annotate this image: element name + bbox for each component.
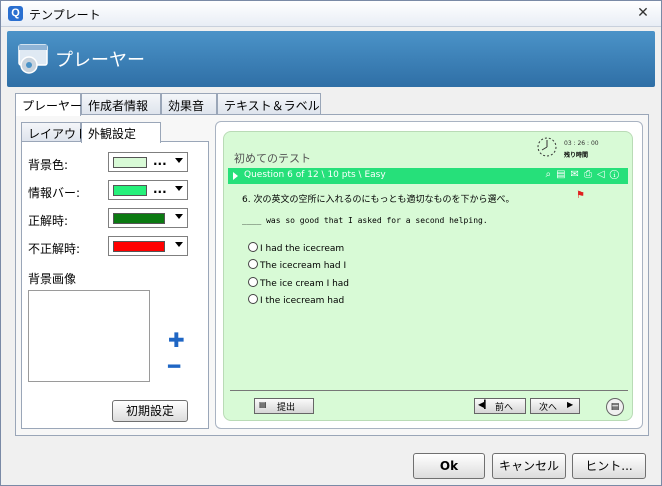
list-icon[interactable]: ▤ [556, 169, 570, 180]
reset-defaults-button[interactable]: 初期設定 [112, 400, 188, 422]
next-label: 次へ [539, 403, 558, 413]
info-bar-color-picker[interactable]: ... [108, 180, 188, 200]
mail-icon[interactable]: ✉ [571, 169, 584, 180]
incorrect-color-swatch [113, 241, 165, 252]
choice-label: The ice cream I had [260, 279, 350, 289]
background-image-preview[interactable] [28, 290, 150, 382]
test-title: 初めてのテスト [234, 152, 311, 165]
background-color-swatch [113, 157, 147, 168]
radio-icon[interactable] [248, 294, 258, 304]
next-button[interactable]: 次へ ▶ [530, 398, 580, 414]
chevron-down-icon[interactable] [175, 242, 183, 247]
remove-image-icon[interactable]: ━ [168, 354, 180, 378]
hint-button[interactable]: ヒント... [572, 453, 646, 479]
add-image-icon[interactable]: ✚ [168, 328, 185, 352]
radio-icon[interactable] [248, 259, 258, 269]
color-dots: ... [153, 154, 167, 168]
chevron-down-icon[interactable] [175, 214, 183, 219]
cancel-button[interactable]: キャンセル [492, 453, 566, 479]
toolbar-icons: ⌕▤✉⎙◁ⓘ [545, 169, 624, 180]
menu-icon[interactable]: ▤ [606, 398, 624, 416]
background-image-label: 背景画像 [28, 272, 77, 286]
clock-icon [537, 137, 557, 157]
choice-item[interactable]: I had the icecream [248, 242, 344, 254]
app-icon: Q [8, 6, 23, 21]
incorrect-color-picker[interactable] [108, 236, 188, 256]
time-remaining-value: 03 : 26 : 00 [564, 140, 599, 147]
tab-layout[interactable]: レイアウト [21, 122, 88, 142]
print-icon[interactable]: ⎙ [584, 169, 597, 180]
template-dialog: Q テンプレート ✕ プレーヤー プレーヤー 作成者情報 効果音 テキスト＆ラベ… [0, 0, 662, 486]
info-icon[interactable]: ⓘ [610, 169, 624, 180]
submit-button[interactable]: ▤ 提出 [254, 398, 314, 414]
volume-icon[interactable]: ◁ [597, 169, 610, 180]
question-text: 6. 次の英文の空所に入れるのにもっとも適切なものを下から選べ。 [242, 195, 515, 205]
choice-label: I had the icecream [260, 244, 345, 254]
correct-color-label: 正解時: [28, 214, 69, 228]
info-bar: Question 6 of 12 \ 10 pts \ Easy ⌕▤✉⎙◁ⓘ [228, 168, 628, 184]
choice-label: I the icecream had [260, 296, 345, 306]
correct-color-picker[interactable] [108, 208, 188, 228]
choice-item[interactable]: The ice cream I had [248, 277, 349, 289]
choice-item[interactable]: The icecream had I [248, 259, 346, 271]
radio-icon[interactable] [248, 242, 258, 252]
flag-icon[interactable]: ⚑ [576, 190, 585, 201]
submit-label: 提出 [277, 403, 296, 413]
player-preview: 初めてのテスト 03 : 26 : 00 残り時間 Question 6 of … [223, 131, 633, 421]
title-bar: Q テンプレート ✕ [1, 1, 661, 27]
tab-player[interactable]: プレーヤー [15, 93, 82, 116]
correct-color-swatch [113, 213, 165, 224]
prev-button[interactable]: ◀▎ 前へ [474, 398, 526, 414]
close-icon[interactable]: ✕ [635, 5, 651, 21]
background-color-picker[interactable]: ... [108, 152, 188, 172]
ok-button[interactable]: Ok [413, 453, 485, 479]
header-banner: プレーヤー [7, 31, 655, 87]
prev-icon: ◀▎ [478, 400, 491, 409]
tab-appearance[interactable]: 外観設定 [81, 122, 161, 143]
window-title: テンプレート [29, 8, 101, 22]
tab-text-labels[interactable]: テキスト＆ラベル [217, 93, 321, 115]
time-remaining-label: 残り時間 [564, 152, 589, 159]
prev-label: 前へ [495, 403, 514, 413]
tab-author-info[interactable]: 作成者情報 [81, 93, 161, 115]
background-color-label: 背景色: [28, 158, 69, 172]
choice-label: The icecream had I [260, 261, 347, 271]
radio-icon[interactable] [248, 277, 258, 287]
chevron-down-icon[interactable] [175, 186, 183, 191]
choice-item[interactable]: I the icecream had [248, 294, 344, 306]
search-icon[interactable]: ⌕ [545, 169, 556, 180]
expand-arrow-icon[interactable] [233, 172, 238, 180]
color-dots: ... [153, 182, 167, 196]
question-info: Question 6 of 12 \ 10 pts \ Easy [244, 170, 386, 180]
appearance-panel: 背景色: ... 情報バー: ... 正解時: 不正解時: 背景画像 ✚ ━ 初… [21, 141, 209, 429]
submit-icon: ▤ [259, 400, 267, 409]
tab-sound-effects[interactable]: 効果音 [161, 93, 217, 115]
chevron-down-icon[interactable] [175, 158, 183, 163]
banner-title: プレーヤー [55, 50, 145, 71]
incorrect-color-label: 不正解時: [28, 242, 81, 256]
info-bar-color-label: 情報バー: [28, 186, 81, 200]
next-icon: ▶ [567, 400, 574, 409]
preview-divider [230, 390, 628, 391]
player-settings-icon [18, 44, 48, 74]
info-bar-color-swatch [113, 185, 147, 196]
question-sentence: ____ was so good that I asked for a seco… [242, 216, 488, 225]
